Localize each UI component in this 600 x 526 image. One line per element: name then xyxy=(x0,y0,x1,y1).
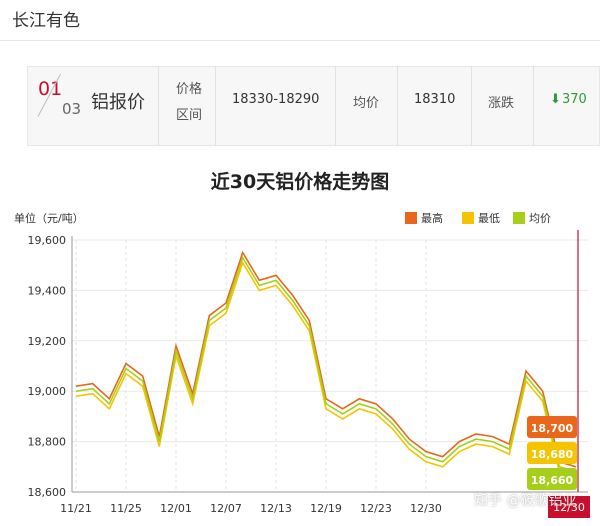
legend-swatch xyxy=(462,212,474,224)
end-value-label: 18,660 xyxy=(531,474,574,487)
end-value-label: 18,680 xyxy=(531,448,574,461)
y-tick-label: 19,200 xyxy=(28,335,67,348)
x-tick-label: 11/25 xyxy=(110,502,142,515)
x-tick-label: 12/23 xyxy=(360,502,392,515)
y-tick-label: 18,800 xyxy=(28,436,67,449)
legend-label: 均价 xyxy=(529,212,551,225)
legend-swatch xyxy=(513,212,525,224)
y-axis-label: 单位（元/吨） xyxy=(14,211,84,225)
x-tick-label: 12/01 xyxy=(160,502,192,515)
price-trend-chart: 单位（元/吨） 19,600 19,400 19,200 19,000 18,800 18,… xyxy=(14,211,590,518)
x-tick-label: 12/19 xyxy=(310,502,342,515)
x-tick-label: 12/07 xyxy=(210,502,242,515)
legend-label: 最高 xyxy=(421,211,443,225)
watermark: 知乎 @筱歌铝业 xyxy=(474,493,577,509)
legend-label: 最低 xyxy=(478,212,500,225)
x-tick-label: 12/30 xyxy=(410,502,442,515)
end-value-label: 18,700 xyxy=(531,422,574,435)
x-tick-label: 12/13 xyxy=(260,502,292,515)
y-tick-label: 18,600 xyxy=(28,486,67,499)
y-tick-label: 19,400 xyxy=(28,284,67,297)
x-tick-label: 11/21 xyxy=(60,502,92,515)
legend-swatch xyxy=(405,212,417,224)
y-tick-label: 19,600 xyxy=(28,234,67,247)
y-tick-label: 19,000 xyxy=(28,385,67,398)
